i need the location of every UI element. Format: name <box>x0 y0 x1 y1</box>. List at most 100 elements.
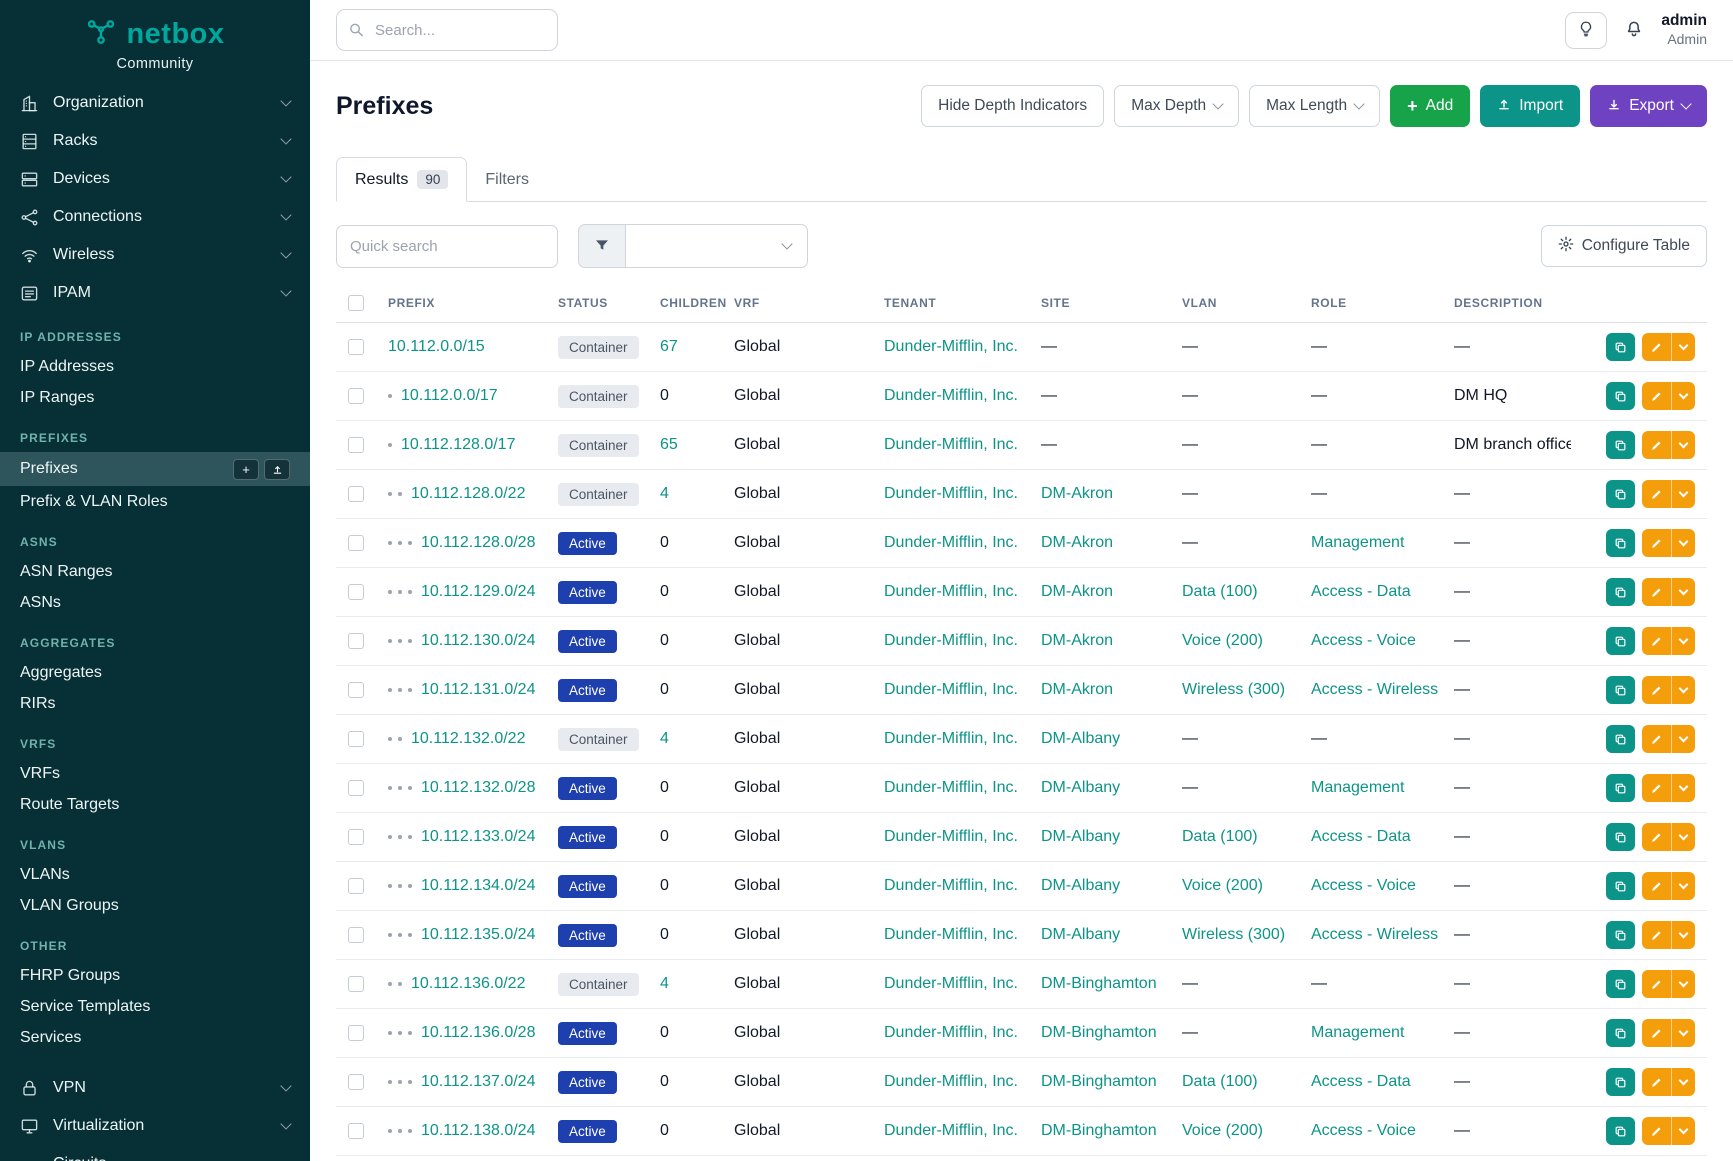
sidebar-item-aggregates[interactable]: Aggregates <box>0 657 310 688</box>
notifications-button[interactable] <box>1624 19 1644 42</box>
tenant-link[interactable]: Dunder-Mifflin, Inc. <box>884 975 1018 992</box>
sidebar-item-asn-ranges[interactable]: ASN Ranges <box>0 556 310 587</box>
edit-dropdown-button[interactable] <box>1671 823 1695 851</box>
edit-button[interactable] <box>1642 1019 1671 1047</box>
copy-button[interactable] <box>1606 725 1635 753</box>
role-link[interactable]: Access - Data <box>1311 583 1411 600</box>
row-checkbox[interactable] <box>348 878 364 894</box>
edit-button[interactable] <box>1642 382 1671 410</box>
vlan-link[interactable]: Wireless (300) <box>1182 926 1285 943</box>
site-link[interactable]: DM-Akron <box>1041 583 1113 600</box>
copy-button[interactable] <box>1606 382 1635 410</box>
site-link[interactable]: DM-Akron <box>1041 485 1113 502</box>
copy-button[interactable] <box>1606 774 1635 802</box>
sidebar-item-virtualization[interactable]: Virtualization <box>0 1107 310 1145</box>
row-checkbox[interactable] <box>348 633 364 649</box>
select-all-checkbox[interactable] <box>348 295 364 311</box>
site-link[interactable]: DM-Albany <box>1041 779 1120 796</box>
edit-button[interactable] <box>1642 1117 1671 1145</box>
children-count[interactable]: 4 <box>660 730 669 747</box>
edit-button[interactable] <box>1642 921 1671 949</box>
sidebar-item-vpn[interactable]: VPN <box>0 1069 310 1107</box>
edit-button[interactable] <box>1642 872 1671 900</box>
edit-dropdown-button[interactable] <box>1671 1068 1695 1096</box>
sidebar-item-racks[interactable]: Racks <box>0 122 310 160</box>
sidebar-item-prefixes[interactable]: Prefixes + <box>0 452 310 486</box>
edit-dropdown-button[interactable] <box>1671 529 1695 557</box>
site-link[interactable]: DM-Akron <box>1041 632 1113 649</box>
saved-filter-select[interactable] <box>626 224 808 268</box>
row-checkbox[interactable] <box>348 535 364 551</box>
edit-button[interactable] <box>1642 431 1671 459</box>
edit-button[interactable] <box>1642 970 1671 998</box>
column-header-children[interactable]: CHILDREN <box>648 284 722 323</box>
vlan-link[interactable]: Data (100) <box>1182 583 1258 600</box>
role-link[interactable]: Management <box>1311 779 1404 796</box>
copy-button[interactable] <box>1606 480 1635 508</box>
role-link[interactable]: Access - Voice <box>1311 877 1416 894</box>
row-checkbox[interactable] <box>348 829 364 845</box>
tenant-link[interactable]: Dunder-Mifflin, Inc. <box>884 485 1018 502</box>
max-length-dropdown[interactable]: Max Length <box>1249 85 1380 127</box>
role-link[interactable]: Management <box>1311 534 1404 551</box>
sidebar-item-route-targets[interactable]: Route Targets <box>0 789 310 820</box>
brand[interactable]: netbox Community <box>0 0 310 84</box>
prefix-link[interactable]: 10.112.136.0/28 <box>421 1024 535 1041</box>
row-checkbox[interactable] <box>348 927 364 943</box>
edit-dropdown-button[interactable] <box>1671 872 1695 900</box>
edit-dropdown-button[interactable] <box>1671 578 1695 606</box>
role-link[interactable]: Access - Voice <box>1311 1122 1416 1139</box>
edit-button[interactable] <box>1642 774 1671 802</box>
sidebar-item-prefix-vlan-roles[interactable]: Prefix & VLAN Roles <box>0 486 310 517</box>
column-header-status[interactable]: STATUS <box>546 284 648 323</box>
sidebar-item-services[interactable]: Services <box>0 1022 310 1053</box>
row-checkbox[interactable] <box>348 388 364 404</box>
copy-button[interactable] <box>1606 823 1635 851</box>
edit-dropdown-button[interactable] <box>1671 1019 1695 1047</box>
tenant-link[interactable]: Dunder-Mifflin, Inc. <box>884 632 1018 649</box>
sidebar-item-wireless[interactable]: Wireless <box>0 236 310 274</box>
tenant-link[interactable]: Dunder-Mifflin, Inc. <box>884 779 1018 796</box>
copy-button[interactable] <box>1606 872 1635 900</box>
tenant-link[interactable]: Dunder-Mifflin, Inc. <box>884 387 1018 404</box>
site-link[interactable]: DM-Akron <box>1041 534 1113 551</box>
edit-dropdown-button[interactable] <box>1671 676 1695 704</box>
row-checkbox[interactable] <box>348 486 364 502</box>
role-link[interactable]: Access - Data <box>1311 828 1411 845</box>
edit-button[interactable] <box>1642 823 1671 851</box>
edit-dropdown-button[interactable] <box>1671 431 1695 459</box>
copy-button[interactable] <box>1606 333 1635 361</box>
sidebar-item-devices[interactable]: Devices <box>0 160 310 198</box>
prefix-link[interactable]: 10.112.134.0/24 <box>421 877 535 894</box>
copy-button[interactable] <box>1606 1117 1635 1145</box>
tenant-link[interactable]: Dunder-Mifflin, Inc. <box>884 1073 1018 1090</box>
tenant-link[interactable]: Dunder-Mifflin, Inc. <box>884 877 1018 894</box>
tenant-link[interactable]: Dunder-Mifflin, Inc. <box>884 534 1018 551</box>
row-checkbox[interactable] <box>348 780 364 796</box>
row-checkbox[interactable] <box>348 437 364 453</box>
tenant-link[interactable]: Dunder-Mifflin, Inc. <box>884 926 1018 943</box>
prefix-link[interactable]: 10.112.0.0/15 <box>388 338 485 355</box>
column-header-description[interactable]: DESCRIPTION <box>1442 284 1571 323</box>
edit-dropdown-button[interactable] <box>1671 774 1695 802</box>
vlan-link[interactable]: Wireless (300) <box>1182 681 1285 698</box>
configure-table-button[interactable]: Configure Table <box>1541 225 1707 267</box>
role-link[interactable]: Access - Data <box>1311 1073 1411 1090</box>
role-link[interactable]: Access - Wireless <box>1311 926 1438 943</box>
tenant-link[interactable]: Dunder-Mifflin, Inc. <box>884 583 1018 600</box>
edit-button[interactable] <box>1642 1068 1671 1096</box>
copy-button[interactable] <box>1606 1068 1635 1096</box>
add-button[interactable]: + Add <box>1390 85 1470 127</box>
prefix-link[interactable]: 10.112.128.0/28 <box>421 534 535 551</box>
vlan-link[interactable]: Data (100) <box>1182 1073 1258 1090</box>
vlan-link[interactable]: Voice (200) <box>1182 1122 1263 1139</box>
edit-button[interactable] <box>1642 725 1671 753</box>
tenant-link[interactable]: Dunder-Mifflin, Inc. <box>884 828 1018 845</box>
copy-button[interactable] <box>1606 529 1635 557</box>
row-checkbox[interactable] <box>348 976 364 992</box>
tenant-link[interactable]: Dunder-Mifflin, Inc. <box>884 436 1018 453</box>
sidebar-item-vrfs[interactable]: VRFs <box>0 758 310 789</box>
prefix-link[interactable]: 10.112.138.0/24 <box>421 1122 535 1139</box>
tenant-link[interactable]: Dunder-Mifflin, Inc. <box>884 730 1018 747</box>
copy-button[interactable] <box>1606 627 1635 655</box>
